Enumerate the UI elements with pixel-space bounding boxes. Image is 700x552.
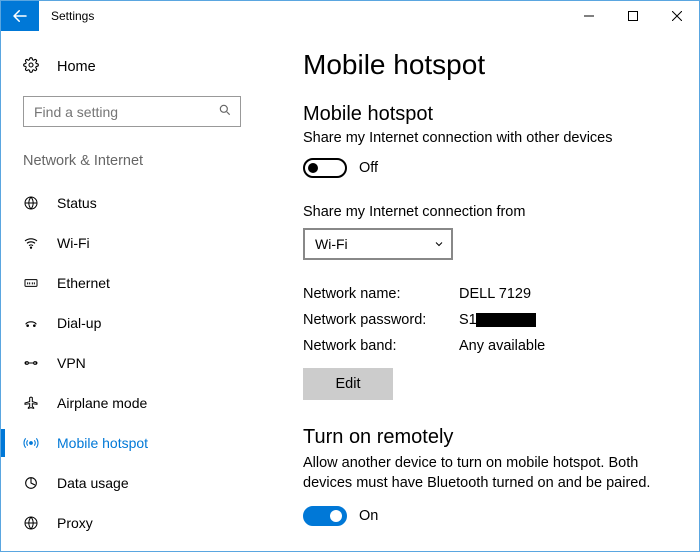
- network-band-label: Network band:: [303, 338, 459, 354]
- search-icon: [218, 103, 232, 120]
- sidebar-home-label: Home: [57, 59, 96, 75]
- sidebar-item-label: Proxy: [57, 515, 93, 531]
- share-from-label: Share my Internet connection from: [303, 204, 669, 220]
- sidebar-item-wifi[interactable]: Wi-Fi: [1, 223, 263, 263]
- data-usage-icon: [23, 475, 39, 491]
- sidebar-item-status[interactable]: Status: [1, 183, 263, 223]
- sidebar-group-header: Network & Internet: [1, 153, 263, 169]
- hotspot-toggle-label: Off: [359, 160, 378, 176]
- sidebar-home[interactable]: Home: [1, 51, 263, 82]
- minimize-button[interactable]: [567, 1, 611, 31]
- sidebar-item-label: Airplane mode: [57, 395, 147, 411]
- status-icon: [23, 195, 39, 211]
- network-band-value: Any available: [459, 338, 545, 354]
- sidebar-item-airplane[interactable]: Airplane mode: [1, 383, 263, 423]
- window-title: Settings: [39, 1, 106, 31]
- proxy-icon: [23, 515, 39, 531]
- main-pane: Mobile hotspot Mobile hotspot Share my I…: [263, 31, 699, 551]
- section-remote-title: Turn on remotely: [303, 426, 669, 449]
- arrow-left-icon: [11, 7, 29, 25]
- toggle-knob: [330, 510, 342, 522]
- ethernet-icon: [23, 275, 39, 291]
- sidebar-item-label: Dial-up: [57, 315, 101, 331]
- wifi-icon: [23, 235, 39, 251]
- search-input[interactable]: [32, 103, 218, 121]
- section-hotspot-desc: Share my Internet connection with other …: [303, 130, 669, 146]
- section-hotspot-title: Mobile hotspot: [303, 103, 669, 126]
- sidebar-item-ethernet[interactable]: Ethernet: [1, 263, 263, 303]
- sidebar-item-data-usage[interactable]: Data usage: [1, 463, 263, 503]
- toggle-knob: [308, 163, 318, 173]
- dialup-icon: [23, 315, 39, 331]
- vpn-icon: [23, 355, 39, 371]
- sidebar: Home Network & Internet Status Wi-Fi: [1, 31, 263, 551]
- close-icon: [672, 11, 682, 21]
- sidebar-item-label: Wi-Fi: [57, 235, 90, 251]
- chevron-down-icon: [433, 238, 445, 250]
- network-name-label: Network name:: [303, 286, 459, 302]
- maximize-icon: [628, 11, 638, 21]
- password-redacted: [476, 313, 536, 327]
- sidebar-item-label: Ethernet: [57, 275, 110, 291]
- maximize-button[interactable]: [611, 1, 655, 31]
- mobile-hotspot-icon: [23, 435, 39, 451]
- sidebar-item-label: Data usage: [57, 475, 129, 491]
- gear-icon: [23, 57, 39, 76]
- minimize-icon: [584, 11, 594, 21]
- search-input-wrap[interactable]: [23, 96, 241, 127]
- sidebar-item-label: VPN: [57, 355, 86, 371]
- airplane-icon: [23, 395, 39, 411]
- share-from-value: Wi-Fi: [315, 236, 348, 252]
- network-password-label: Network password:: [303, 312, 459, 328]
- sidebar-item-proxy[interactable]: Proxy: [1, 503, 263, 543]
- remote-toggle[interactable]: [303, 506, 347, 526]
- remote-toggle-label: On: [359, 508, 378, 524]
- titlebar: Settings: [1, 1, 699, 31]
- close-button[interactable]: [655, 1, 699, 31]
- back-button[interactable]: [1, 1, 39, 31]
- edit-button[interactable]: Edit: [303, 368, 393, 400]
- section-remote-desc: Allow another device to turn on mobile h…: [303, 453, 669, 494]
- share-from-select[interactable]: Wi-Fi: [303, 228, 453, 260]
- network-password-value: S1: [459, 312, 536, 328]
- sidebar-item-label: Status: [57, 195, 97, 211]
- sidebar-item-dialup[interactable]: Dial-up: [1, 303, 263, 343]
- sidebar-item-mobile-hotspot[interactable]: Mobile hotspot: [1, 423, 263, 463]
- network-name-value: DELL 7129: [459, 286, 531, 302]
- page-title: Mobile hotspot: [303, 49, 669, 81]
- hotspot-toggle[interactable]: [303, 158, 347, 178]
- sidebar-item-label: Mobile hotspot: [57, 435, 148, 451]
- sidebar-item-vpn[interactable]: VPN: [1, 343, 263, 383]
